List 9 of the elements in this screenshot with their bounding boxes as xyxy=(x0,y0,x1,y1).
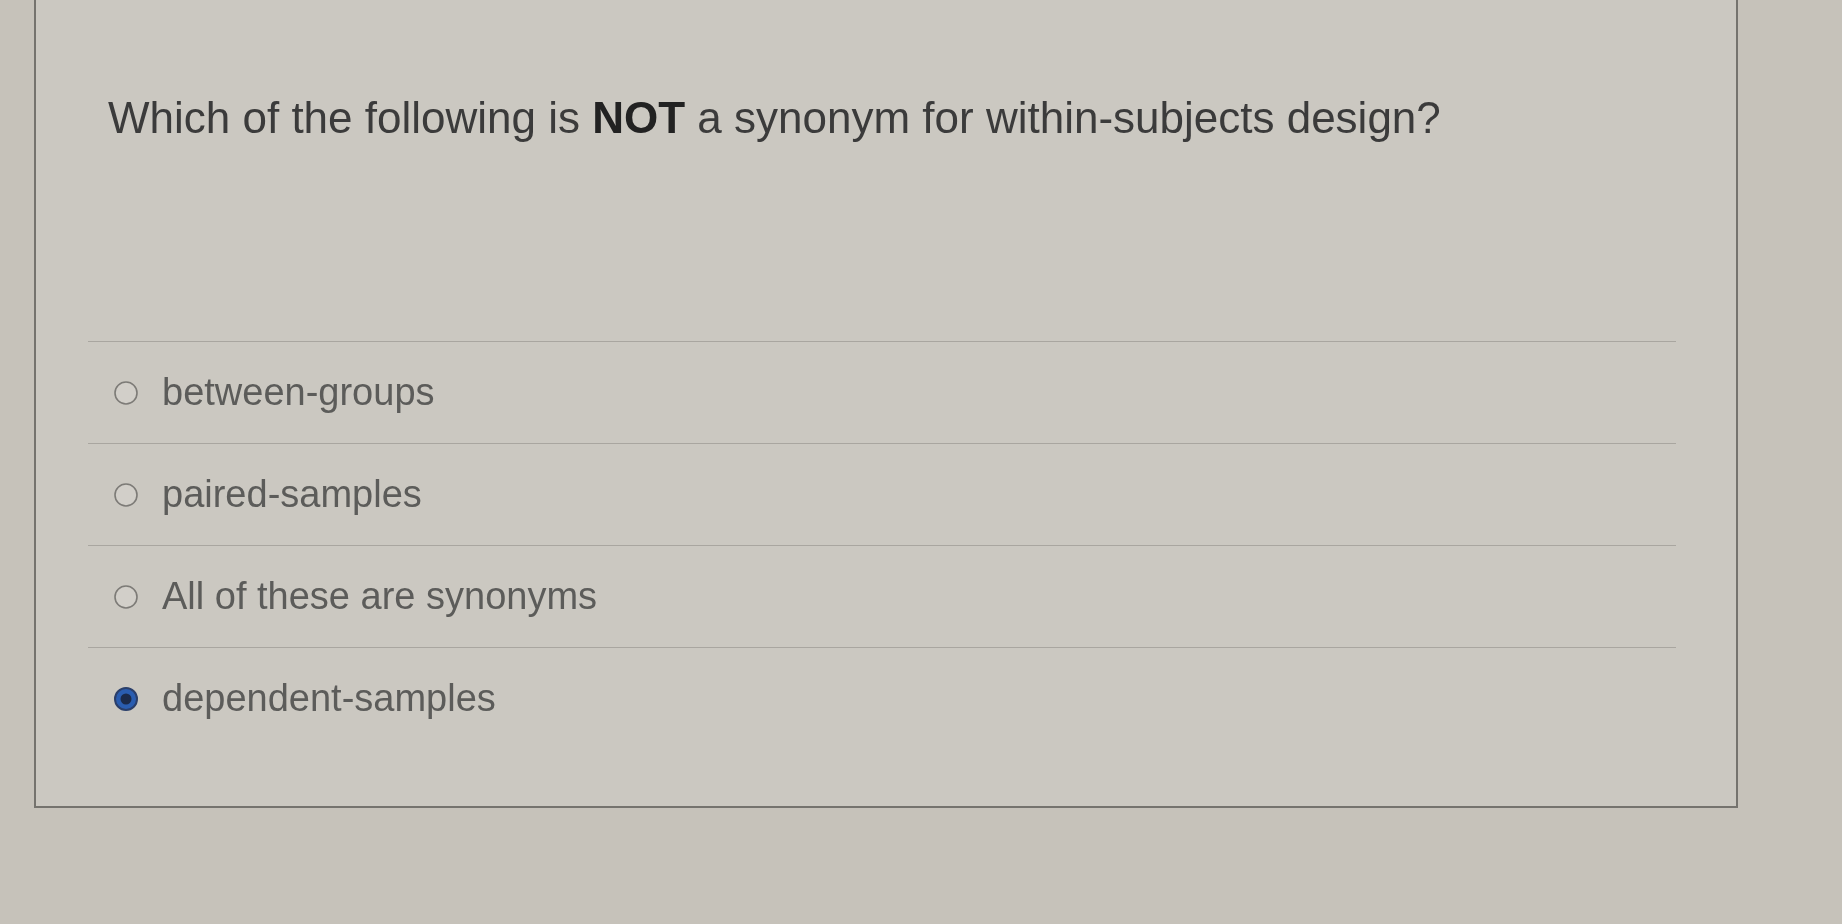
option-label[interactable]: paired-samples xyxy=(162,473,422,516)
radio-button[interactable] xyxy=(114,380,138,405)
option-label[interactable]: dependent-samples xyxy=(162,677,496,720)
option-label[interactable]: All of these are synonyms xyxy=(162,575,598,618)
radio-button[interactable] xyxy=(114,686,138,711)
question-text: Which of the following is NOT a synonym for within-subjects design? xyxy=(108,93,1441,142)
option-label[interactable]: between-groups xyxy=(162,371,435,414)
radio-button[interactable] xyxy=(114,584,138,609)
radio-button[interactable] xyxy=(114,482,138,507)
